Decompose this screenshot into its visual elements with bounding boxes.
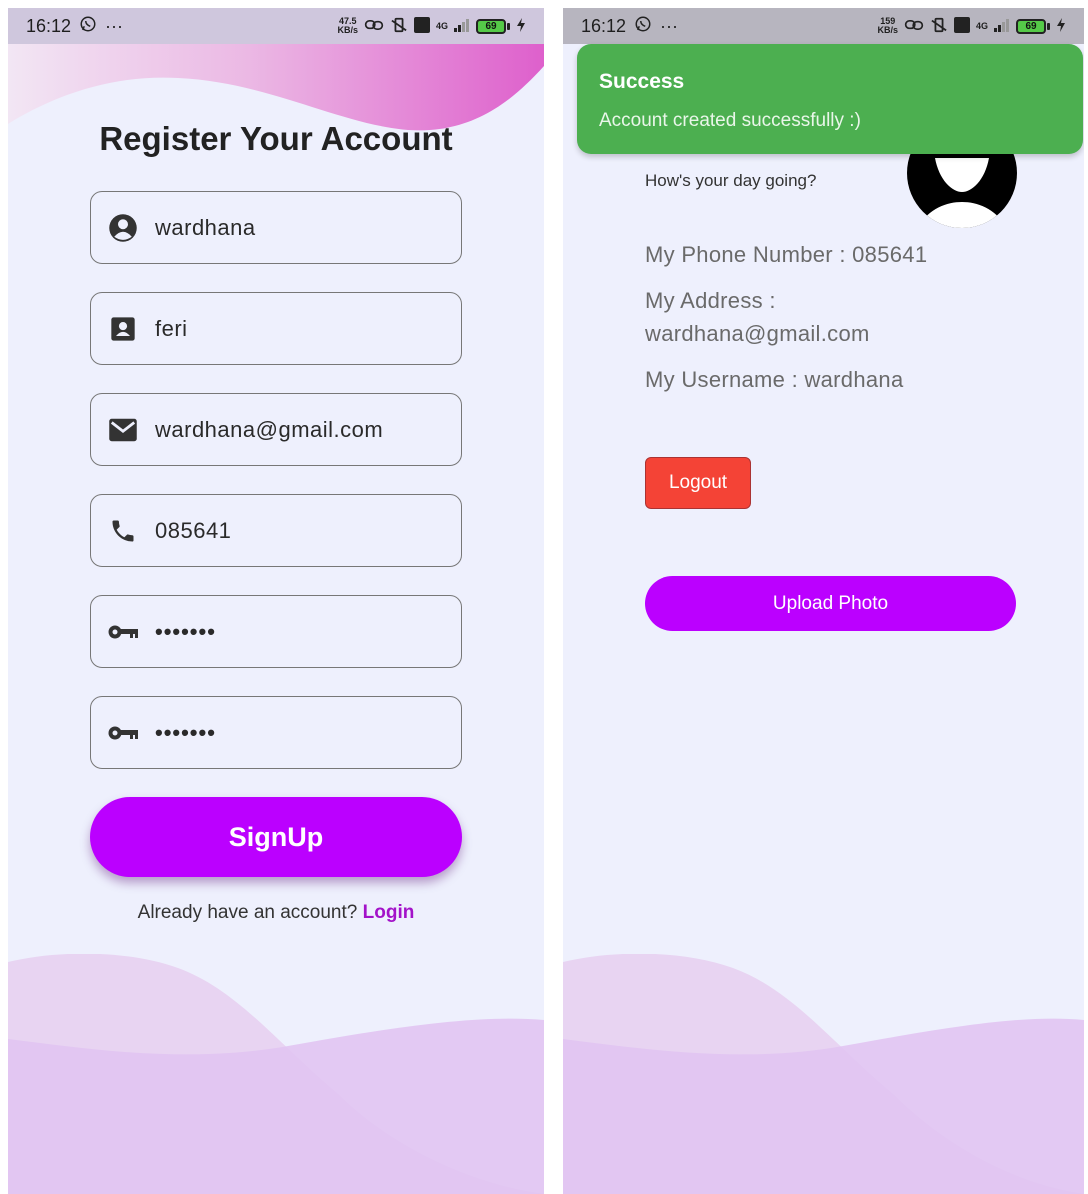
contact-card-icon (107, 313, 139, 345)
address-value: wardhana@gmail.com (645, 321, 870, 346)
charging-icon (1056, 17, 1066, 35)
vibrate-icon (930, 17, 948, 36)
email-icon (107, 414, 139, 446)
battery-icon: 69 (476, 18, 510, 34)
battery-icon: 69 (1016, 18, 1050, 34)
password-mask: ••••••• (155, 618, 216, 644)
phone-icon (107, 515, 139, 547)
name-field[interactable]: wardhana (90, 191, 462, 264)
field-value: wardhana (155, 214, 256, 240)
volte-icon (413, 16, 430, 36)
success-toast[interactable]: Success Account created successfully :) (577, 44, 1083, 154)
clock: 16:12 (26, 15, 72, 36)
status-bar: 16:12 ··· 159 KB/s 4G 69 (563, 8, 1084, 44)
network-type: 4G (435, 20, 448, 31)
field-value: wardhana@gmail.com (155, 416, 384, 442)
signal-icon (454, 18, 470, 35)
signal-icon (994, 18, 1010, 35)
greeting-text: How's your day going? (645, 171, 817, 190)
password-mask: ••••••• (155, 719, 216, 745)
field-value: 085641 (155, 517, 232, 543)
charging-icon (516, 17, 526, 35)
address-label: My Address : (645, 288, 776, 313)
register-screen: 16:12 ··· 47.5 KB/s 4G 69 Register Your … (8, 8, 544, 1194)
login-prompt: Already have an account? (137, 902, 358, 923)
toast-message: Account created successfully :) (599, 110, 861, 131)
login-link[interactable]: Login (363, 902, 415, 923)
upload-photo-button[interactable]: Upload Photo (645, 576, 1016, 631)
network-speed: 47.5 KB/s (337, 16, 358, 35)
key-icon (107, 616, 139, 648)
more-notifications: ··· (105, 15, 124, 36)
login-row: Already have an account? Login (8, 902, 544, 924)
whatsapp-icon (634, 15, 652, 38)
account-circle-icon (107, 212, 139, 244)
more-notifications: ··· (660, 15, 679, 36)
password-field[interactable]: ••••••• (90, 595, 462, 668)
network-speed: 159 KB/s (877, 16, 898, 35)
profile-screen: 16:12 ··· 159 KB/s 4G 69 Success Account… (563, 8, 1084, 1194)
signup-button[interactable]: SignUp (90, 797, 462, 877)
clock: 16:12 (581, 15, 627, 36)
email-field[interactable]: wardhana@gmail.com (90, 393, 462, 466)
key-icon (107, 717, 139, 749)
phone-number-text: My Phone Number : 085641 (645, 242, 928, 267)
vibrate-icon (390, 17, 408, 36)
username-text: My Username : wardhana (645, 367, 904, 392)
whatsapp-icon (79, 15, 97, 38)
logout-button[interactable]: Logout (645, 457, 751, 509)
toast-title: Success (599, 70, 685, 93)
status-bar: 16:12 ··· 47.5 KB/s 4G 69 (8, 8, 544, 44)
volte-icon (953, 16, 970, 36)
nickname-field[interactable]: feri (90, 292, 462, 365)
page-title: Register Your Account (99, 120, 453, 157)
link-icon (364, 18, 384, 35)
bottom-wave-decoration (563, 954, 1084, 1194)
phone-field[interactable]: 085641 (90, 494, 462, 567)
network-type: 4G (975, 20, 988, 31)
bottom-wave-decoration (8, 954, 544, 1194)
link-icon (904, 18, 924, 35)
field-value: feri (155, 315, 188, 341)
confirm-password-field[interactable]: ••••••• (90, 696, 462, 769)
